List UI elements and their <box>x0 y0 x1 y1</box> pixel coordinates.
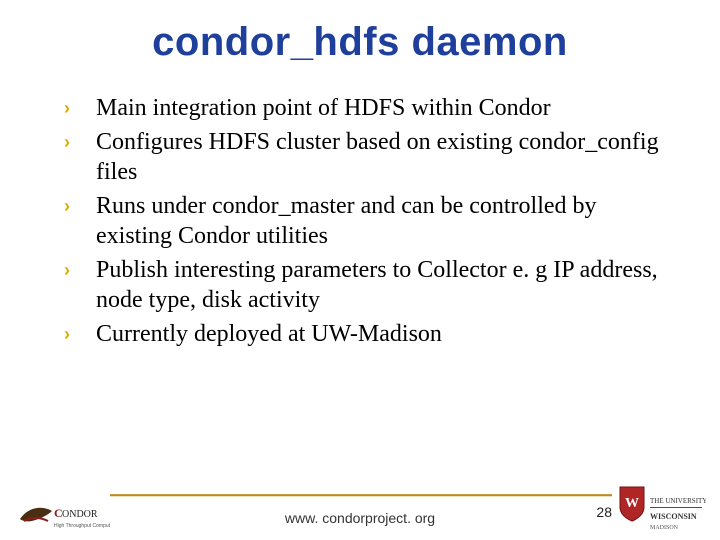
list-item: › Runs under condor_master and can be co… <box>64 191 664 251</box>
list-item: › Publish interesting parameters to Coll… <box>64 255 664 315</box>
bullet-text: Currently deployed at UW-Madison <box>96 319 664 349</box>
chevron-icon: › <box>64 261 86 279</box>
list-item: › Configures HDFS cluster based on exist… <box>64 127 664 187</box>
chevron-icon: › <box>64 197 86 215</box>
svg-text:ONDOR: ONDOR <box>62 509 98 520</box>
chevron-icon: › <box>64 133 86 151</box>
svg-text:W: W <box>625 496 639 511</box>
page-number: 28 <box>596 504 612 520</box>
svg-text:WISCONSIN: WISCONSIN <box>650 512 697 521</box>
svg-text:THE UNIVERSITY: THE UNIVERSITY <box>650 497 706 505</box>
footer: www. condorproject. org 28 C ONDOR High … <box>0 486 720 540</box>
bullet-text: Publish interesting parameters to Collec… <box>96 255 664 315</box>
bullet-text: Runs under condor_master and can be cont… <box>96 191 664 251</box>
divider <box>110 494 612 500</box>
svg-text:MADISON: MADISON <box>650 525 679 531</box>
uw-crest-icon: W THE UNIVERSITY WISCONSIN MADISON <box>616 483 706 540</box>
list-item: › Main integration point of HDFS within … <box>64 93 664 123</box>
bullet-list: › Main integration point of HDFS within … <box>0 93 720 349</box>
bullet-text: Main integration point of HDFS within Co… <box>96 93 664 123</box>
condor-logo-icon: C ONDOR High Throughput Computing <box>18 497 110 538</box>
slide: condor_hdfs daemon › Main integration po… <box>0 20 720 540</box>
chevron-icon: › <box>64 99 86 117</box>
bullet-text: Configures HDFS cluster based on existin… <box>96 127 664 187</box>
slide-title: condor_hdfs daemon <box>0 20 720 65</box>
chevron-icon: › <box>64 325 86 343</box>
svg-text:High Throughput Computing: High Throughput Computing <box>54 523 110 529</box>
list-item: › Currently deployed at UW-Madison <box>64 319 664 349</box>
